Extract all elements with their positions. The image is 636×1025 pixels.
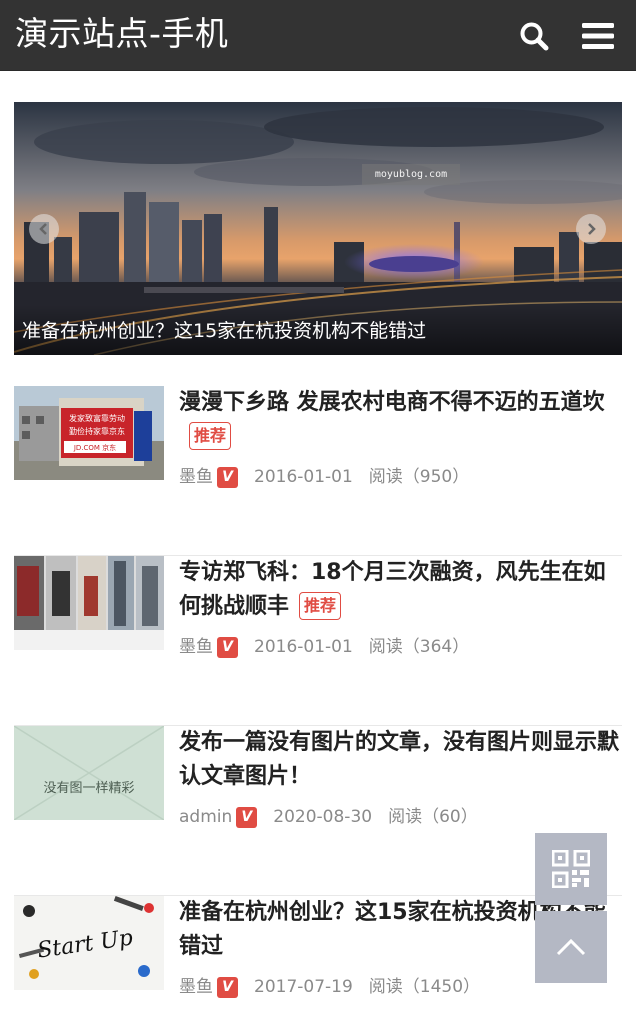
thumb-logo: JD.COM 京东 (73, 443, 116, 452)
post-thumbnail[interactable]: 没有图一样精彩 (14, 726, 164, 820)
post-thumbnail[interactable]: Start Up (14, 896, 164, 990)
thumb-slogan-1: 发家致富靠劳动 (69, 413, 125, 423)
qr-code-icon (552, 850, 590, 888)
post-thumbnail[interactable]: 发家致富靠劳动 勤俭持家靠京东 JD.COM 京东 (14, 386, 164, 480)
post-title[interactable]: 发布一篇没有图片的文章，没有图片则显示默认文章图片！ (179, 726, 622, 794)
post-thumbnail-image: Start Up (14, 896, 164, 990)
site-title[interactable]: 演示站点-手机 (15, 14, 228, 54)
vip-icon: V (217, 466, 238, 488)
post-author[interactable]: 墨鱼 (179, 974, 213, 1000)
thumb-slogan-2: 勤俭持家靠京东 (69, 426, 125, 436)
post-title[interactable]: 漫漫下乡路 发展农村电商不得不迈的五道坎推荐 (179, 386, 622, 454)
post-meta: admin V 2020-08-30 阅读（60） (179, 804, 478, 830)
post-title-text[interactable]: 发布一篇没有图片的文章，没有图片则显示默认文章图片！ (179, 730, 619, 789)
post-thumbnail-image: 没有图一样精彩 (14, 726, 164, 820)
post-views: 阅读（364） (368, 637, 470, 657)
post-author[interactable]: admin (179, 804, 232, 830)
post-author[interactable]: 墨鱼 (179, 464, 213, 490)
post-views: 阅读（60） (388, 807, 478, 827)
recommend-badge: 推荐 (189, 422, 232, 450)
chevron-left-icon (39, 223, 47, 235)
list-item: 发家致富靠劳动 勤俭持家靠京东 JD.COM 京东 漫漫下乡路 发展农村电商不得… (14, 386, 622, 556)
slide-caption[interactable]: 准备在杭州创业？这15家在杭投资机构不能错过 (22, 316, 426, 346)
post-thumbnail-image (14, 556, 164, 650)
post-title-text[interactable]: 漫漫下乡路 发展农村电商不得不迈的五道坎 (179, 390, 605, 415)
featured-slider[interactable]: moyublog.com 准备在杭州创业？这15家在杭投资机构不能错过 (14, 102, 622, 355)
post-title-text[interactable]: 专访郑飞科：18个月三次融资，风先生在如何挑战顺丰 (179, 560, 606, 619)
list-item: 没有图一样精彩 发布一篇没有图片的文章，没有图片则显示默认文章图片！ admin… (14, 726, 622, 896)
vip-icon: V (217, 636, 238, 658)
post-date: 2020-08-30 (273, 807, 373, 827)
post-title[interactable]: 专访郑飞科：18个月三次融资，风先生在如何挑战顺丰 推荐 (179, 556, 622, 624)
recommend-badge: 推荐 (299, 592, 342, 620)
vip-icon: V (236, 806, 258, 828)
post-thumbnail-image: 发家致富靠劳动 勤俭持家靠京东 JD.COM 京东 (14, 386, 164, 480)
qr-code-button[interactable] (535, 833, 607, 905)
post-author[interactable]: 墨鱼 (179, 634, 213, 660)
chevron-right-icon (588, 223, 596, 235)
thumb-default-text: 没有图一样精彩 (43, 781, 134, 796)
post-date: 2016-01-01 (254, 637, 353, 657)
menu-button[interactable] (570, 0, 626, 71)
post-date: 2017-07-19 (254, 977, 353, 997)
post-meta: 墨鱼 V 2017-07-19 阅读（1450） (179, 974, 480, 1000)
list-item: 专访郑飞科：18个月三次融资，风先生在如何挑战顺丰 推荐 墨鱼 V 2016-01… (14, 556, 622, 726)
list-item: Start Up 准备在杭州创业？这15家在杭投资机构不能错过 墨鱼 V 201… (14, 896, 622, 1025)
site-header: 演示站点-手机 (0, 0, 636, 71)
back-to-top-button[interactable] (535, 911, 607, 983)
post-views: 阅读（950） (368, 467, 470, 487)
post-views: 阅读（1450） (368, 977, 481, 997)
image-watermark: moyublog.com (362, 164, 460, 185)
menu-icon (582, 22, 614, 49)
search-icon (520, 22, 549, 50)
post-meta: 墨鱼 V 2016-01-01 阅读（364） (179, 634, 469, 660)
post-thumbnail[interactable] (14, 556, 164, 650)
slider-next-button[interactable] (576, 214, 606, 244)
chevron-up-icon (556, 938, 586, 956)
search-button[interactable] (506, 0, 562, 71)
vip-icon: V (217, 976, 238, 998)
post-date: 2016-01-01 (254, 467, 353, 487)
slider-prev-button[interactable] (29, 214, 59, 244)
post-meta: 墨鱼 V 2016-01-01 阅读（950） (179, 464, 469, 490)
